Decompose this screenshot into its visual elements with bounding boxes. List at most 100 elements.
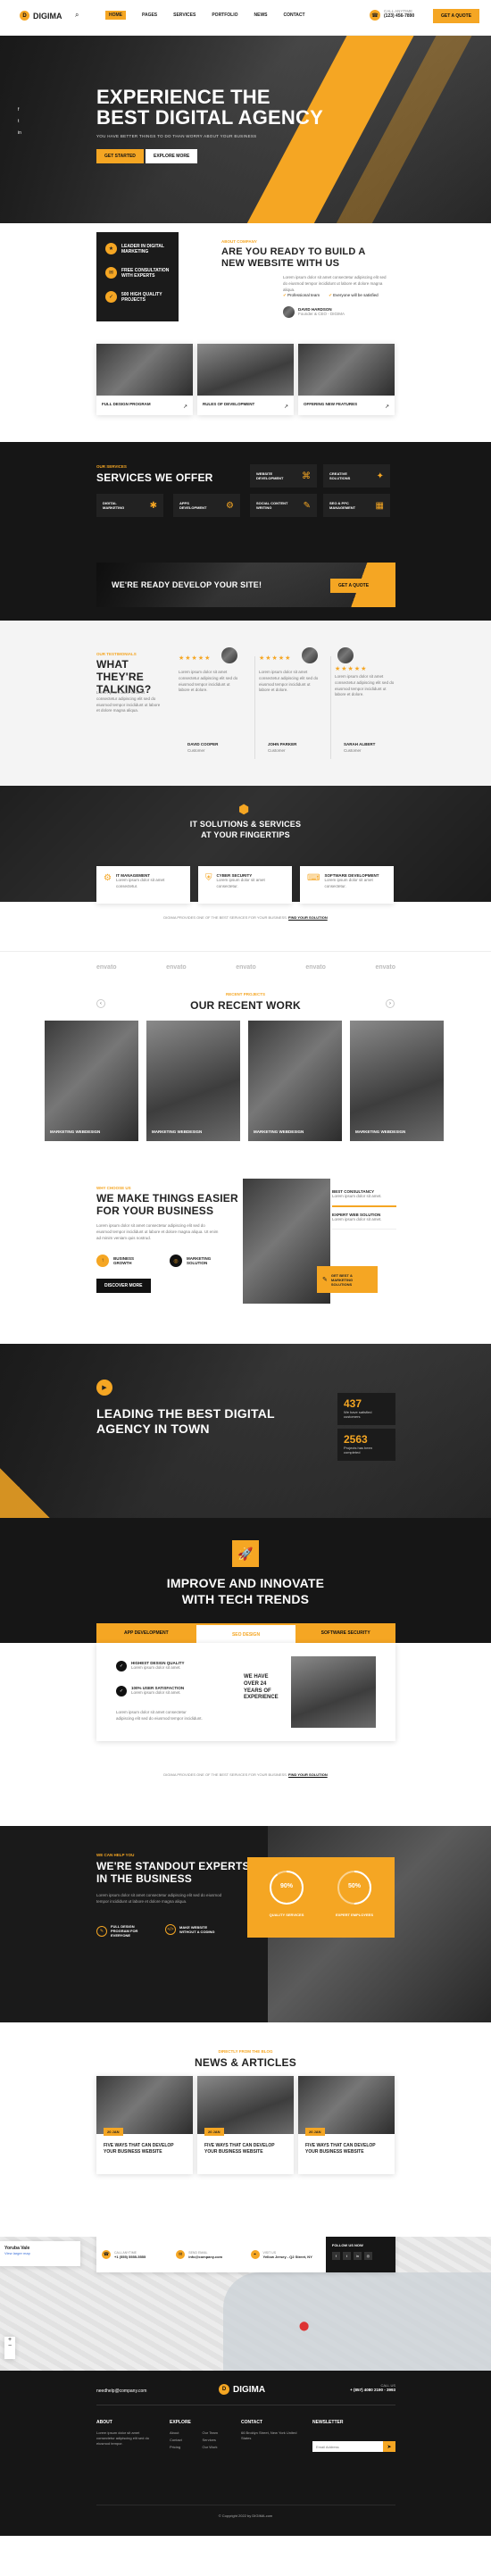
footer-link[interactable]: Pricing [170, 2445, 200, 2449]
news-card[interactable]: 20 JAN FIVE WAYS THAT CAN DEVELOP YOUR B… [96, 2076, 193, 2174]
footer-link[interactable]: Services [203, 2438, 233, 2442]
it-solution-card[interactable]: ⌨ SOFTWARE DEVELOPMENT Lorem ipsum dolor … [300, 866, 394, 904]
it-solutions-title: IT SOLUTIONS & SERVICES AT YOUR FINGERTI… [0, 820, 491, 840]
footer-link[interactable]: Our Team [203, 2430, 233, 2435]
client-logo: envato [375, 964, 395, 971]
find-solution-link[interactable]: FIND YOUR SOLUTION [288, 915, 328, 920]
work-card-photo [248, 1021, 342, 1141]
megaphone-icon: ✱ [149, 500, 157, 511]
send-icon[interactable]: ➤ [383, 2441, 395, 2452]
easier-tab[interactable]: EXPERT WEB SOLUTION Lorem ipsum dolor sit… [332, 1207, 396, 1230]
facebook-icon[interactable]: f [18, 107, 21, 113]
footer-link[interactable]: Contact [170, 2438, 200, 2442]
footer-col-contact: CONTACT 66 Broklyn Street, New York Unit… [241, 2420, 304, 2441]
experts-feature: ✎ FULL DESIGN PROGRAM FOR EVERYONE [96, 1924, 151, 1938]
map-zoom-in-button[interactable]: + [8, 2337, 12, 2343]
work-card[interactable]: MARKETING WEBDESIGN [350, 1021, 444, 1141]
prev-arrow-icon[interactable]: ‹ [96, 999, 105, 1008]
nav-home[interactable]: HOME [105, 11, 126, 20]
search-icon[interactable]: ⌕ [75, 11, 79, 20]
service-item[interactable]: APPS DEVELOPMENT ⚙ [173, 494, 240, 517]
logo-icon: D [219, 2384, 229, 2395]
contact-item-value[interactable]: +1 (555) 5555-5555 [114, 2255, 146, 2259]
map-zoom-out-button[interactable]: − [8, 2343, 12, 2349]
nav-contact[interactable]: CONTACT [284, 11, 305, 20]
check-item-label: Professional team [287, 293, 320, 297]
footer-about-text: Lorem ipsum dolor sit amet consectetur a… [96, 2430, 149, 2446]
news-card-photo [96, 2076, 193, 2134]
leading-yellow-shape [0, 1429, 89, 1518]
experts-title-line2: IN THE BUSINESS [96, 1872, 193, 1886]
linkedin-icon[interactable]: in [353, 2252, 362, 2260]
work-card-photo [350, 1021, 444, 1141]
testimonial-divider [330, 656, 331, 759]
contact-item-value[interactable]: info@company.com [188, 2255, 222, 2259]
image-card[interactable]: RULES OF DEVELOPMENT ↗ [197, 344, 294, 415]
service-item[interactable]: SOCIAL CONTENT WRITING ✎ [250, 494, 317, 517]
instagram-icon[interactable]: ◎ [363, 2252, 372, 2260]
news-card-title: FIVE WAYS THAT CAN DEVELOP YOUR BUSINESS… [305, 2143, 376, 2155]
get-quote-button[interactable]: GET A QUOTE [433, 9, 480, 23]
news-date-badge: 20 JAN [104, 2128, 123, 2136]
newsletter-email-input[interactable] [312, 2441, 383, 2452]
next-arrow-icon[interactable]: › [386, 999, 395, 1008]
stat-box: 2563 Projects has been completed [337, 1429, 395, 1461]
testimonial-name: DAVID COOPER [187, 742, 219, 746]
work-card[interactable]: MARKETING WEBDESIGN [146, 1021, 240, 1141]
services-title: SERVICES WE OFFER [96, 471, 213, 484]
it-solution-card[interactable]: ⛨ CYBER SECURITY Lorem ipsum dolor sit am… [198, 866, 292, 904]
view-larger-map-link[interactable]: View larger map [4, 2251, 76, 2255]
banner-quote-button[interactable]: GET A QUOTE [330, 579, 378, 593]
it-solutions-section: ⬢ IT SOLUTIONS & SERVICES AT YOUR FINGER… [0, 786, 491, 951]
arrow-icon[interactable]: ↗ [385, 404, 389, 410]
it-solutions-title-line2: AT YOUR FINGERTIPS [201, 829, 290, 839]
image-card-label: RULES OF DEVELOPMENT [203, 402, 255, 406]
play-icon[interactable]: ▶ [96, 1380, 112, 1396]
arrow-icon[interactable]: ↗ [284, 404, 288, 410]
improve-tab[interactable]: SEO DESIGN [196, 1623, 296, 1645]
it-solutions-title-line1: IT SOLUTIONS & SERVICES [189, 820, 302, 829]
service-item[interactable]: WEBSITE DEVELOPMENT ⌘ [250, 464, 317, 488]
client-logo: envato [166, 964, 187, 971]
nav-services[interactable]: SERVICES [173, 11, 196, 20]
nav-news[interactable]: NEWS [254, 11, 268, 20]
service-item[interactable]: DIGITAL MARKETING ✱ [96, 494, 163, 517]
nav-pages[interactable]: PAGES [142, 11, 157, 20]
arrow-icon[interactable]: ↗ [183, 404, 187, 410]
get-started-button[interactable]: GET STARTED [96, 149, 144, 163]
improve-tab[interactable]: APP DEVELOPMENT [96, 1623, 196, 1645]
nav-portfolio[interactable]: PORTFOLIO [212, 11, 237, 20]
image-card[interactable]: OFFERING NEW FEATURES ↗ [298, 344, 395, 415]
map-section: Yoruba Vale View larger map ☎ CALL ANYTI… [0, 2237, 491, 2371]
footer-email[interactable]: needhelp@company.com [96, 2388, 146, 2394]
discover-more-button[interactable]: DISCOVER MORE [96, 1279, 151, 1293]
service-item[interactable]: CREATIVE SOLUTIONS ✦ [323, 464, 390, 488]
footer-link[interactable]: Our Work [203, 2445, 233, 2449]
twitter-icon[interactable]: t [342, 2252, 351, 2260]
facebook-icon[interactable]: f [331, 2252, 340, 2260]
author-role: Founder & CEO - DIGIMA [298, 312, 345, 316]
twitter-icon[interactable]: t [18, 119, 21, 124]
image-card-photo [197, 344, 294, 396]
work-card[interactable]: MARKETING WEBDESIGN [45, 1021, 138, 1141]
service-item-label: DIGITAL MARKETING [103, 501, 125, 510]
work-card[interactable]: MARKETING WEBDESIGN [248, 1021, 342, 1141]
brand-logo[interactable]: D DIGIMA [20, 11, 62, 21]
news-card[interactable]: 20 JAN FIVE WAYS THAT CAN DEVELOP YOUR B… [197, 2076, 294, 2174]
explore-more-button[interactable]: EXPLORE MORE [146, 149, 198, 163]
improve-tab[interactable]: SOFTWARE SECURITY [295, 1623, 396, 1645]
easier-tab[interactable]: BEST CONSULTANCY Lorem ipsum dolor sit am… [332, 1184, 396, 1207]
improve-find-solution-link[interactable]: FIND YOUR SOLUTION [288, 1772, 328, 1777]
testimonial-card: ★★★★★ Lorem ipsum dolor sit amet consect… [335, 647, 402, 763]
linkedin-icon[interactable]: in [18, 130, 21, 136]
footer-link[interactable]: About [170, 2430, 200, 2435]
email-icon: ✉ [176, 2250, 186, 2259]
footer-phone[interactable]: + (857) 4080 2190 - 3993 [339, 2388, 395, 2392]
it-solution-card[interactable]: ⚙ IT MANAGEMENT Lorem ipsum dolor sit ame… [96, 866, 190, 904]
news-card-title: FIVE WAYS THAT CAN DEVELOP YOUR BUSINESS… [104, 2143, 174, 2155]
news-card[interactable]: 20 JAN FIVE WAYS THAT CAN DEVELOP YOUR B… [298, 2076, 395, 2174]
testimonials-kicker: OUR TESTIMONIALS [96, 652, 137, 656]
header-phone[interactable]: (123) 456-7890 [384, 13, 414, 19]
service-item[interactable]: SEO & PPC MANAGEMENT ▦ [323, 494, 390, 517]
image-card[interactable]: FULL DESIGN PROGRAM ↗ [96, 344, 193, 415]
